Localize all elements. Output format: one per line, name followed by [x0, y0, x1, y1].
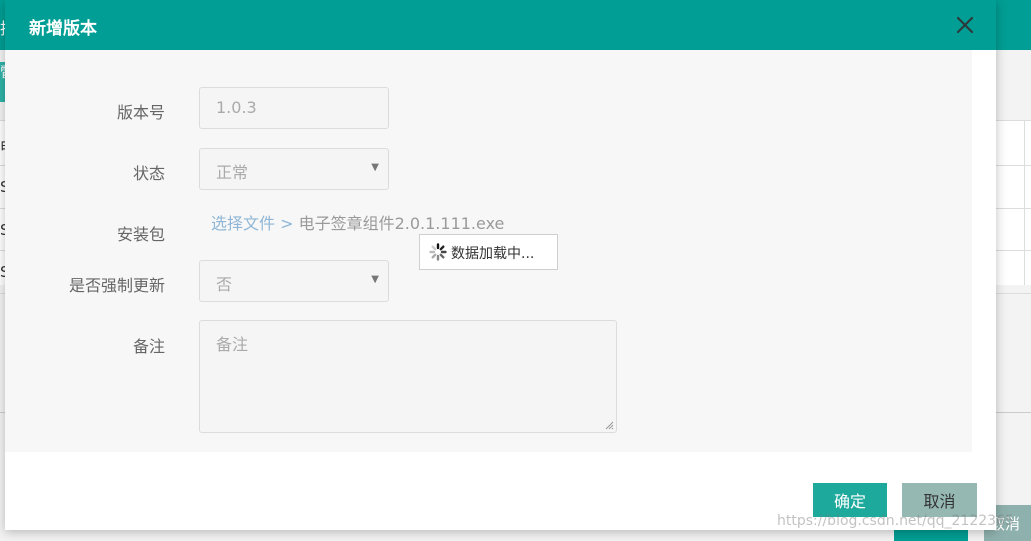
- dialog-header: 新增版本: [5, 0, 996, 50]
- dialog-scrollbar-track[interactable]: [972, 50, 996, 452]
- loading-indicator: 数据加载中...: [419, 234, 558, 270]
- chevron-down-icon: ▼: [371, 162, 379, 173]
- status-label: 状态: [132, 164, 165, 183]
- force-update-label: 是否强制更新: [68, 276, 165, 295]
- version-label: 版本号: [116, 103, 165, 122]
- spinner-icon: [429, 243, 447, 261]
- force-update-selected-value: 否: [216, 275, 233, 294]
- dialog-body: 版本号 1.0.3 状态 正常 ▼ 安装包 选择文件 > 电子签章组件2.0.1…: [5, 50, 972, 452]
- resize-handle-icon[interactable]: [604, 420, 614, 430]
- close-icon[interactable]: [953, 13, 977, 37]
- remark-placeholder: 备注: [216, 335, 249, 354]
- status-select[interactable]: 正常 ▼: [199, 148, 389, 190]
- choose-file-link[interactable]: 选择文件 >: [211, 214, 294, 233]
- force-update-select[interactable]: 否 ▼: [199, 260, 389, 302]
- remark-label: 备注: [132, 337, 165, 356]
- selected-file-name: 电子签章组件2.0.1.111.exe: [298, 214, 505, 233]
- watermark-text: https://blog.csdn.net/qq_2122365: [777, 513, 1014, 529]
- dialog-title: 新增版本: [29, 19, 97, 39]
- version-value: 1.0.3: [216, 98, 257, 117]
- version-input[interactable]: 1.0.3: [199, 87, 389, 129]
- file-selector: 选择文件 > 电子签章组件2.0.1.111.exe: [211, 210, 504, 234]
- background-table-column-line: [1024, 120, 1025, 285]
- status-selected-value: 正常: [216, 163, 249, 182]
- package-label: 安装包: [116, 225, 165, 244]
- confirm-button[interactable]: 确定: [813, 483, 887, 517]
- add-version-dialog: 新增版本 版本号 1.0.3 状态 正常 ▼ 安装包 选择文件 > 电子签章组件…: [5, 0, 996, 530]
- loading-text: 数据加载中...: [451, 246, 535, 262]
- cancel-button[interactable]: 取消: [902, 483, 977, 517]
- remark-textarea[interactable]: 备注: [199, 320, 617, 433]
- chevron-down-icon: ▼: [371, 274, 379, 285]
